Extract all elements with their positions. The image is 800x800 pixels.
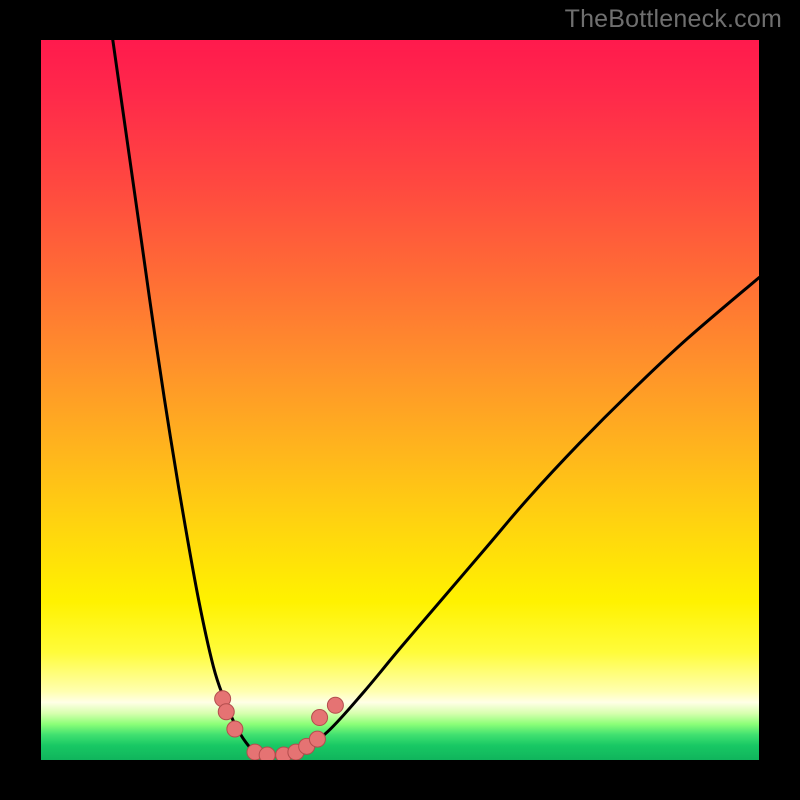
bottleneck-curve bbox=[113, 40, 759, 756]
chart-frame: TheBottleneck.com bbox=[0, 0, 800, 800]
data-marker bbox=[312, 710, 328, 726]
watermark-text: TheBottleneck.com bbox=[565, 5, 782, 34]
data-marker bbox=[218, 704, 234, 720]
data-marker bbox=[259, 747, 275, 760]
chart-plot-area bbox=[41, 40, 759, 760]
chart-svg bbox=[41, 40, 759, 760]
data-marker bbox=[327, 697, 343, 713]
data-marker bbox=[309, 731, 325, 747]
data-marker bbox=[227, 721, 243, 737]
